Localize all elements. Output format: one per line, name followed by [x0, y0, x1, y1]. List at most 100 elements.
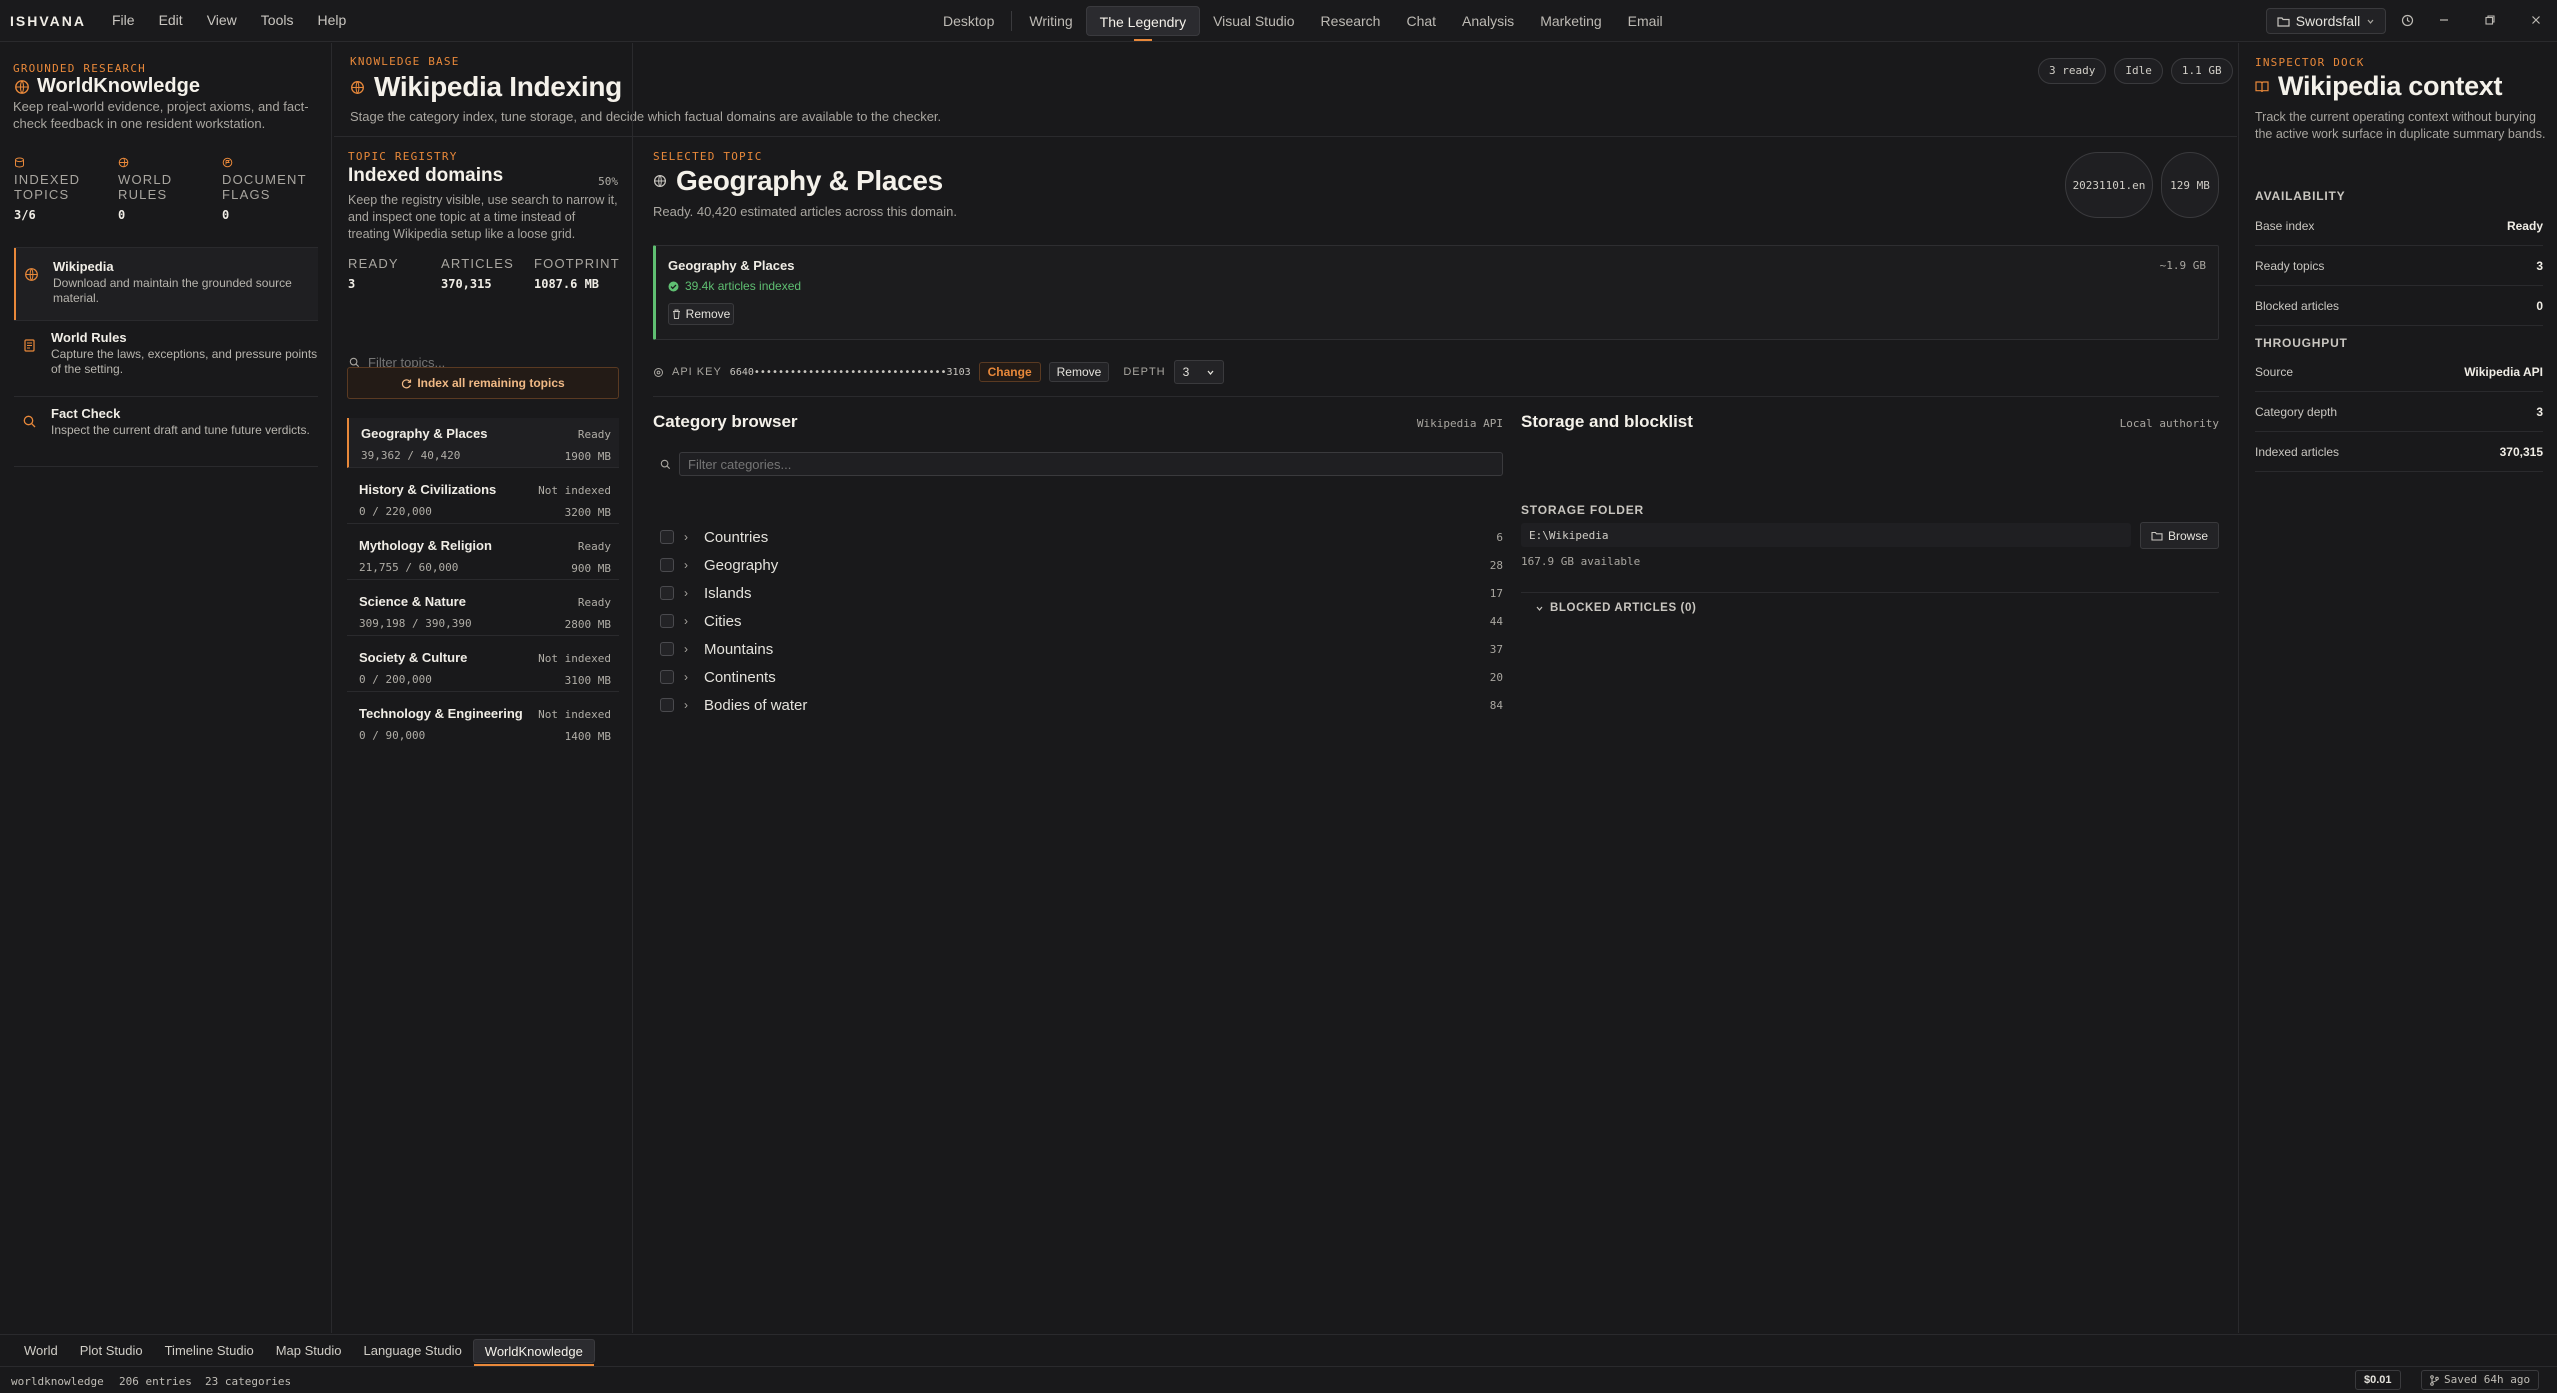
category-row-mountains[interactable]: › Mountains 37 — [660, 635, 1503, 663]
tab-chat[interactable]: Chat — [1393, 6, 1449, 36]
chevron-right-icon[interactable]: › — [684, 642, 700, 656]
bottom-tab-language-studio[interactable]: Language Studio — [352, 1339, 472, 1363]
globe-icon — [14, 79, 30, 95]
registry-eyebrow: TOPIC REGISTRY — [348, 150, 458, 163]
dump-size-badge: 129 MB — [2161, 152, 2219, 218]
minimize-icon[interactable] — [2435, 11, 2453, 29]
topic-registry: TOPIC REGISTRY Indexed domains 50% Keep … — [333, 43, 633, 1333]
category-row-cities[interactable]: › Cities 44 — [660, 607, 1503, 635]
close-icon[interactable] — [2527, 11, 2545, 29]
tab-email[interactable]: Email — [1615, 6, 1676, 36]
storage-path-field[interactable]: E:\Wikipedia — [1521, 523, 2131, 547]
menu-file[interactable]: File — [112, 12, 135, 28]
category-filter-input[interactable] — [679, 452, 1503, 476]
registry-stat-articles: ARTICLES 370,315 — [441, 256, 536, 291]
topic-status: Ready — [577, 596, 611, 609]
dump-version-badge: 20231101.en — [2065, 152, 2153, 218]
topic-item-science[interactable]: Science & Nature Ready 309,198 / 390,390… — [347, 586, 619, 636]
tab-visual-studio[interactable]: Visual Studio — [1200, 6, 1307, 36]
menu-view[interactable]: View — [207, 12, 237, 28]
card-remove-button[interactable]: Remove — [668, 303, 734, 325]
chevron-right-icon[interactable]: › — [684, 698, 700, 712]
kv-ready-topics: Ready topics 3 — [2255, 246, 2543, 286]
menu-help[interactable]: Help — [317, 12, 346, 28]
tab-analysis[interactable]: Analysis — [1449, 6, 1527, 36]
project-selector[interactable]: Swordsfall — [2266, 8, 2386, 34]
topic-item-technology[interactable]: Technology & Engineering Not indexed 0 /… — [347, 698, 619, 748]
stat-label: DOCUMENT FLAGS — [222, 172, 307, 202]
workstation-title: WorldKnowledge — [37, 75, 200, 97]
blocked-articles-toggle[interactable]: BLOCKED ARTICLES (0) — [1535, 602, 1696, 614]
topic-item-society[interactable]: Society & Culture Not indexed 0 / 200,00… — [347, 642, 619, 692]
category-row-geography[interactable]: › Geography 28 — [660, 551, 1503, 579]
card-title: Geography & Places — [668, 258, 795, 273]
topic-item-geography[interactable]: Geography & Places Ready 39,362 / 40,420… — [347, 418, 619, 468]
chevron-down-icon — [2366, 17, 2375, 26]
stat-indexed-topics: INDEXED TOPICS 3/6 — [14, 157, 114, 222]
stat-label: FOOTPRINT — [534, 256, 620, 271]
stat-value: 0 — [222, 208, 230, 222]
tab-the-legendry[interactable]: The Legendry — [1085, 6, 1201, 41]
topic-status: Not indexed — [538, 708, 611, 721]
category-count: 6 — [1496, 530, 1503, 544]
chevron-right-icon[interactable]: › — [684, 670, 700, 684]
tab-research[interactable]: Research — [1308, 6, 1394, 36]
divider — [14, 396, 318, 397]
category-source: Wikipedia API — [1416, 417, 1503, 430]
chevron-right-icon[interactable]: › — [684, 530, 700, 544]
stat-label: ARTICLES — [441, 256, 514, 271]
registry-description: Keep the registry visible, use search to… — [348, 193, 618, 241]
category-checkbox[interactable] — [660, 586, 674, 600]
category-checkbox[interactable] — [660, 614, 674, 628]
bottom-tab-plot-studio[interactable]: Plot Studio — [69, 1339, 154, 1363]
change-key-button[interactable]: Change — [978, 362, 1041, 382]
scroll-icon — [22, 338, 37, 394]
restore-icon[interactable] — [2481, 11, 2499, 29]
trash-icon — [672, 309, 681, 319]
category-name: Islands — [704, 584, 752, 602]
depth-value: 3 — [1182, 365, 1190, 379]
category-checkbox[interactable] — [660, 558, 674, 572]
chevron-right-icon[interactable]: › — [684, 558, 700, 572]
bottom-tab-timeline-studio[interactable]: Timeline Studio — [154, 1339, 265, 1363]
bottom-tab-map-studio[interactable]: Map Studio — [265, 1339, 353, 1363]
tab-writing[interactable]: Writing — [1016, 6, 1085, 36]
stat-value: 3 — [348, 277, 356, 291]
category-row-bodies-of-water[interactable]: › Bodies of water 84 — [660, 691, 1503, 719]
depth-select[interactable]: 3 — [1173, 360, 1224, 384]
index-all-button[interactable]: Index all remaining topics — [347, 367, 619, 399]
bottom-tab-worldknowledge[interactable]: WorldKnowledge — [472, 1338, 595, 1366]
nav-item-fact-check[interactable]: Fact Check Inspect the current draft and … — [14, 406, 318, 470]
category-row-continents[interactable]: › Continents 20 — [660, 663, 1503, 691]
category-name: Continents — [704, 668, 776, 686]
topic-item-history[interactable]: History & Civilizations Not indexed 0 / … — [347, 474, 619, 524]
api-key-value: 6640••••••••••••••••••••••••••••••••3103 — [729, 366, 971, 378]
menu-edit[interactable]: Edit — [159, 12, 183, 28]
remove-key-button[interactable]: Remove — [1048, 362, 1110, 382]
nav-item-world-rules[interactable]: World Rules Capture the laws, exceptions,… — [14, 330, 318, 394]
category-row-islands[interactable]: › Islands 17 — [660, 579, 1503, 607]
tab-marketing[interactable]: Marketing — [1527, 6, 1614, 36]
stat-label: READY — [348, 256, 399, 271]
chevron-right-icon[interactable]: › — [684, 614, 700, 628]
browse-button[interactable]: Browse — [2140, 522, 2219, 549]
kv-key: Source — [2255, 364, 2294, 379]
topic-status: Not indexed — [538, 652, 611, 665]
tab-desktop[interactable]: Desktop — [930, 6, 1007, 36]
stat-value: 3/6 — [14, 208, 36, 222]
kv-category-depth: Category depth 3 — [2255, 392, 2543, 432]
category-checkbox[interactable] — [660, 698, 674, 712]
chevron-right-icon[interactable]: › — [684, 586, 700, 600]
category-name: Geography — [704, 556, 779, 574]
selected-title-row: Geography & Places — [653, 165, 943, 197]
category-row-countries[interactable]: › Countries 6 — [660, 523, 1503, 551]
category-checkbox[interactable] — [660, 642, 674, 656]
category-checkbox[interactable] — [660, 530, 674, 544]
bottom-tab-world[interactable]: World — [13, 1339, 69, 1363]
topic-item-mythology[interactable]: Mythology & Religion Ready 21,755 / 60,0… — [347, 530, 619, 580]
clock-icon[interactable] — [2398, 11, 2416, 29]
menu-tools[interactable]: Tools — [261, 12, 294, 28]
nav-item-wikipedia[interactable]: Wikipedia Download and maintain the groun… — [14, 248, 318, 320]
category-checkbox[interactable] — [660, 670, 674, 684]
storage-folder-label: STORAGE FOLDER — [1521, 503, 1644, 517]
